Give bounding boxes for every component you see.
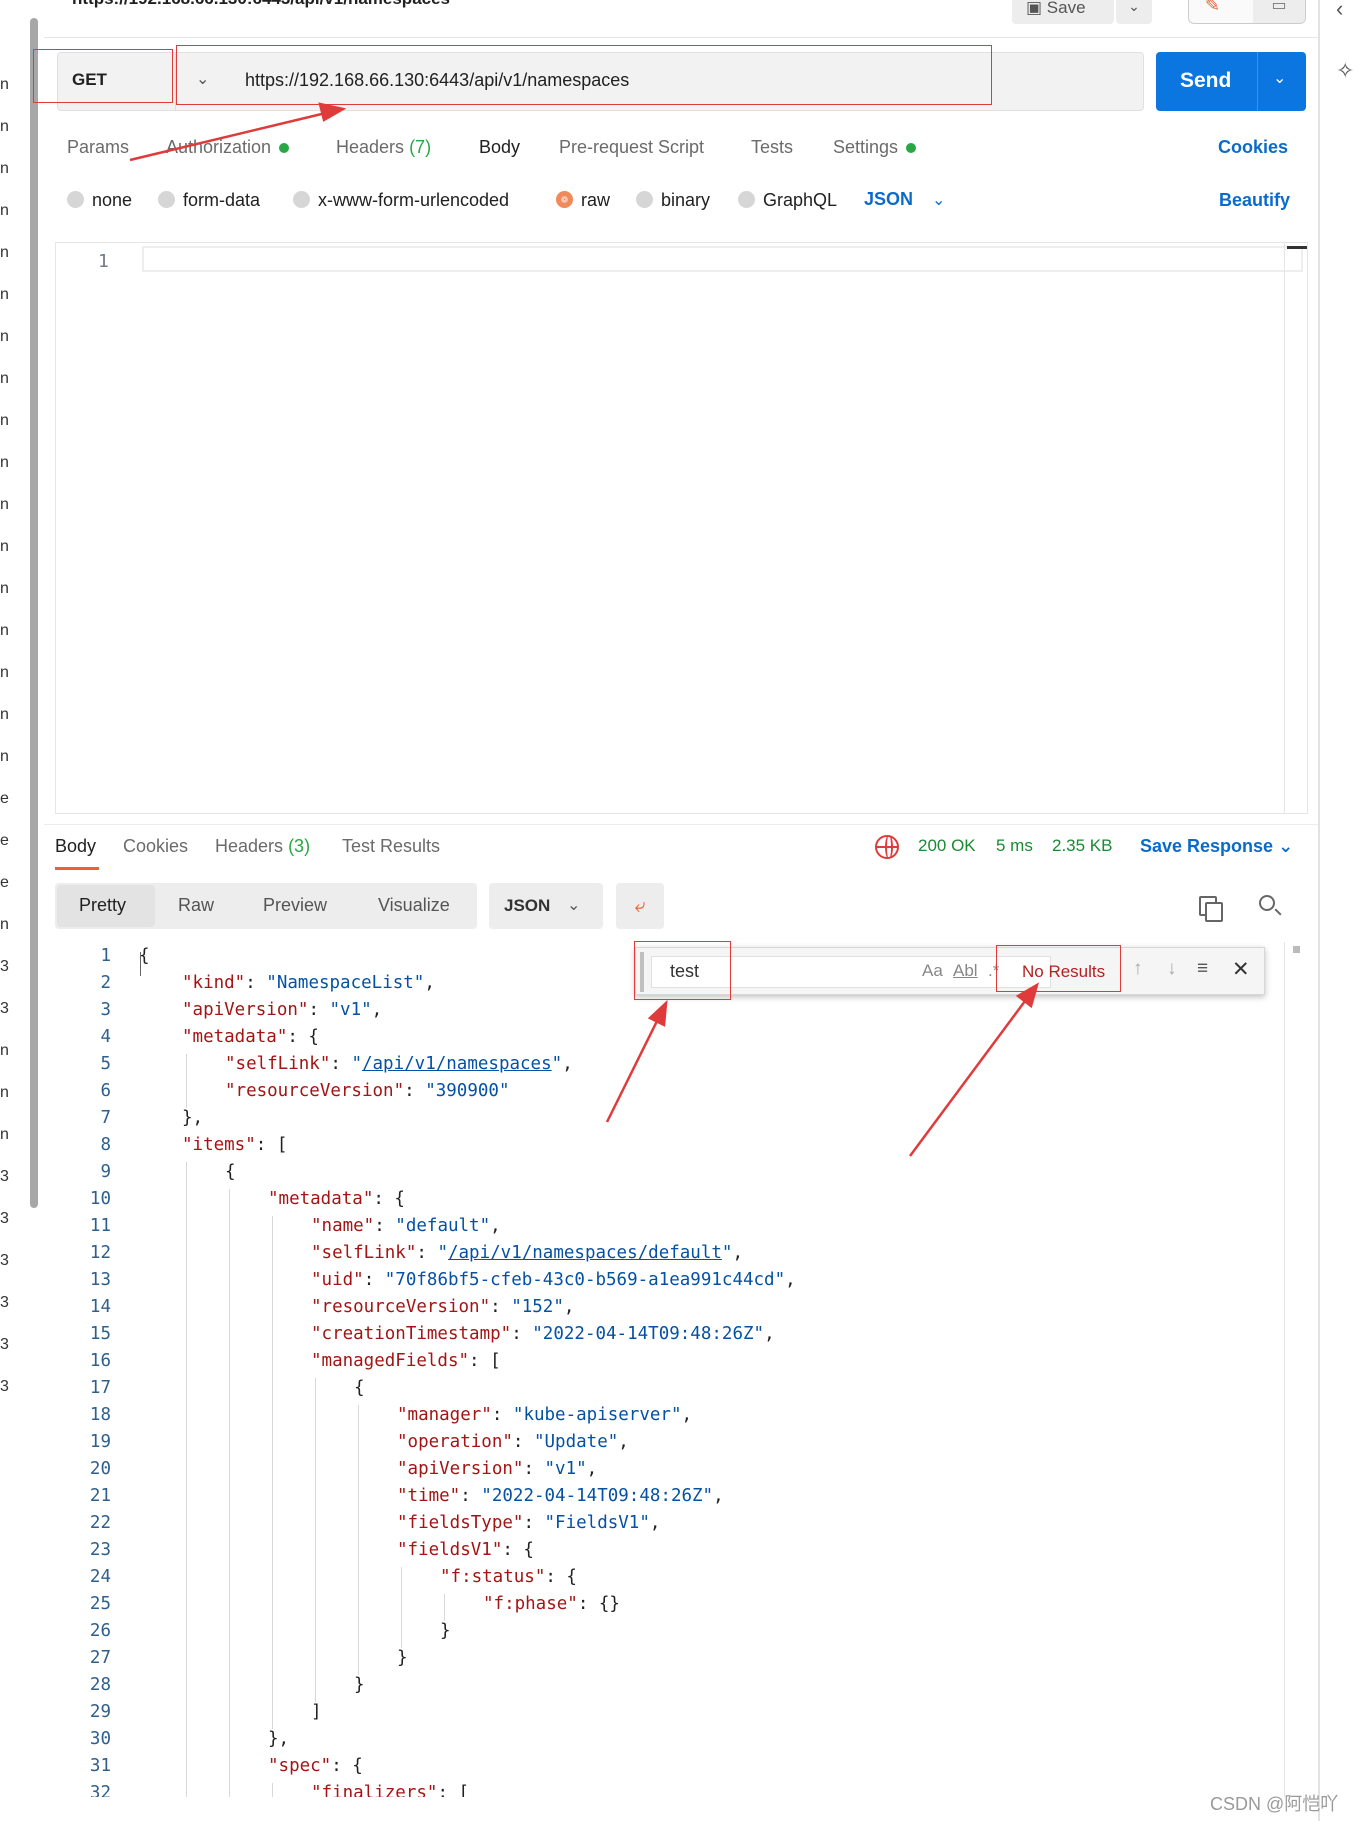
arrowhead <box>318 102 347 122</box>
annotation-arrows <box>129 102 1040 1157</box>
annotation-arrow-url <box>129 110 331 162</box>
annotation-arrow-find <box>605 1014 662 1123</box>
arrowhead <box>1015 982 1040 1009</box>
watermark: CSDN @阿恺吖 <box>1210 1794 1339 1814</box>
annotation-arrow-result <box>908 996 1030 1157</box>
arrowhead <box>647 999 668 1027</box>
